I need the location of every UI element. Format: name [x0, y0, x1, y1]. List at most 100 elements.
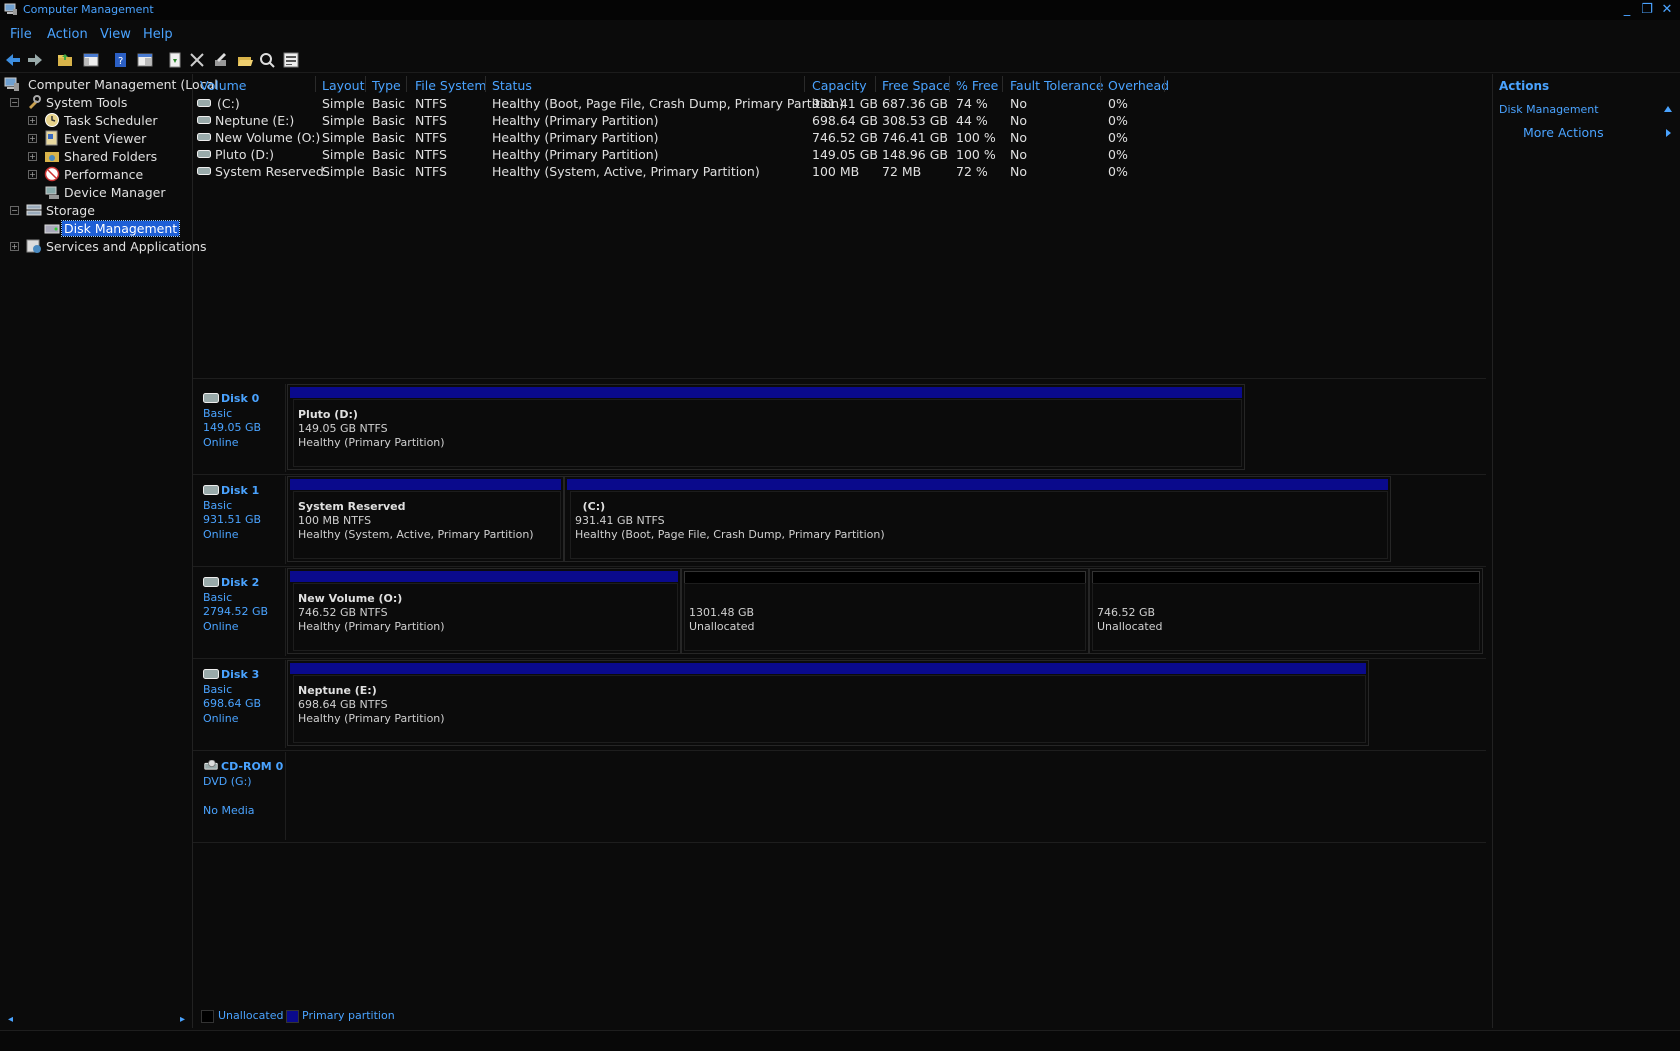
disk-label[interactable]: Disk 0 Basic 149.05 GB Online — [193, 384, 286, 472]
cell-file-system: NTFS — [415, 164, 447, 179]
column-divider[interactable] — [875, 76, 876, 92]
tree-horizontal-scrollbar[interactable]: ◂ ▸ — [4, 1014, 192, 1028]
column-percent-free[interactable]: % Free — [956, 78, 998, 93]
menu-action[interactable]: Action — [47, 27, 88, 42]
volume-row[interactable]: Pluto (D:) Simple Basic NTFS Healthy (Pr… — [193, 146, 1486, 163]
disk-label[interactable]: Disk 3 Basic 698.64 GB Online — [193, 660, 286, 748]
partition-neptune[interactable]: Neptune (E:) 698.64 GB NTFS Healthy (Pri… — [287, 660, 1369, 746]
cdrom-label[interactable]: CD-ROM 0 DVD (G:) No Media — [193, 752, 286, 840]
cell-status: Healthy (System, Active, Primary Partiti… — [492, 164, 760, 179]
column-layout[interactable]: Layout — [322, 78, 365, 93]
tree-label: Device Manager — [64, 185, 166, 200]
delete-icon[interactable] — [188, 51, 206, 69]
column-divider[interactable] — [804, 76, 805, 92]
unallocated-space-1[interactable]: 1301.48 GB Unallocated — [681, 568, 1089, 654]
scroll-left-icon[interactable]: ◂ — [8, 1014, 13, 1025]
column-divider[interactable] — [1002, 76, 1003, 92]
expand-toggle[interactable]: + — [28, 170, 37, 179]
partition-pluto[interactable]: Pluto (D:) 149.05 GB NTFS Healthy (Prima… — [287, 384, 1245, 470]
column-divider[interactable] — [1164, 76, 1165, 92]
column-volume[interactable]: Volume — [200, 78, 247, 93]
close-button[interactable]: ✕ — [1658, 1, 1676, 19]
disk-icon — [203, 577, 219, 587]
column-divider[interactable] — [365, 76, 366, 92]
cell-fault-tolerance: No — [1010, 130, 1027, 145]
cdrom-status: No Media — [203, 804, 255, 817]
more-actions-link[interactable]: More Actions — [1523, 125, 1604, 140]
cdrom-drive: DVD (G:) — [203, 775, 252, 788]
column-capacity[interactable]: Capacity — [812, 78, 867, 93]
volume-row[interactable]: New Volume (O:) Simple Basic NTFS Health… — [193, 129, 1486, 146]
open-folder-icon[interactable] — [236, 51, 254, 69]
column-status[interactable]: Status — [492, 78, 532, 93]
unallocated-space-2[interactable]: 746.52 GB Unallocated — [1089, 568, 1483, 654]
actions-section-disk-management[interactable]: Disk Management — [1499, 103, 1599, 116]
disk-type: Basic — [203, 407, 233, 420]
partition-size: 149.05 GB NTFS — [298, 422, 388, 435]
minimize-button[interactable]: _ — [1618, 1, 1636, 19]
properties-icon[interactable] — [136, 51, 154, 69]
column-fault-tolerance[interactable]: Fault Tolerance — [1010, 78, 1104, 93]
menu-view[interactable]: View — [100, 27, 131, 42]
collapse-up-icon[interactable] — [1663, 105, 1673, 113]
disk-label[interactable]: Disk 1 Basic 931.51 GB Online — [193, 476, 286, 564]
column-divider[interactable] — [949, 76, 950, 92]
collapse-toggle[interactable]: − — [10, 98, 19, 107]
expand-toggle[interactable]: + — [28, 116, 37, 125]
cdrom-icon — [204, 760, 218, 770]
column-divider[interactable] — [315, 76, 316, 92]
column-file-system[interactable]: File System — [415, 78, 487, 93]
column-divider[interactable] — [406, 76, 407, 92]
partition-system-reserved[interactable]: System Reserved 100 MB NTFS Healthy (Sys… — [287, 476, 564, 562]
cell-volume: System Reserved — [215, 164, 324, 179]
expand-toggle[interactable]: + — [10, 242, 19, 251]
cell-fault-tolerance: No — [1010, 164, 1027, 179]
column-divider[interactable] — [485, 76, 486, 92]
disk-label[interactable]: Disk 2 Basic 2794.52 GB Online — [193, 568, 286, 656]
tree-item-computer-management[interactable]: Computer Management (Local — [4, 76, 218, 93]
tools-icon — [29, 95, 41, 109]
up-folder-icon[interactable] — [56, 51, 74, 69]
volume-row[interactable]: System Reserved Simple Basic NTFS Health… — [193, 163, 1486, 180]
settings-icon[interactable] — [282, 51, 300, 69]
computer-icon — [4, 77, 19, 91]
cell-type: Basic — [372, 147, 406, 162]
forward-arrow-icon[interactable] — [26, 51, 44, 69]
collapse-toggle[interactable]: − — [10, 206, 19, 215]
partition-size: 746.52 GB NTFS — [298, 606, 388, 619]
column-overhead[interactable]: Overhead — [1108, 78, 1169, 93]
volume-row[interactable]: (C:) Simple Basic NTFS Healthy (Boot, Pa… — [193, 95, 1486, 112]
drive-icon — [197, 99, 211, 107]
event-log-icon — [45, 130, 58, 146]
partition-body: Pluto (D:) 149.05 GB NTFS Healthy (Prima… — [293, 399, 1242, 467]
search-icon[interactable] — [258, 51, 276, 69]
restore-button[interactable]: ❐ — [1638, 1, 1656, 19]
cell-overhead: 0% — [1108, 164, 1128, 179]
column-type[interactable]: Type — [372, 78, 401, 93]
volume-row[interactable]: Neptune (E:) Simple Basic NTFS Healthy (… — [193, 112, 1486, 129]
disk-type: Basic — [203, 499, 233, 512]
partition-color-bar — [290, 571, 678, 582]
back-arrow-icon[interactable] — [4, 51, 22, 69]
toolbar: ? — [0, 48, 1680, 73]
expand-toggle[interactable]: + — [28, 134, 37, 143]
partition-body: (C:) 931.41 GB NTFS Healthy (Boot, Page … — [570, 491, 1388, 559]
refresh-icon[interactable] — [166, 51, 184, 69]
storage-icon — [26, 204, 42, 216]
window-title: Computer Management — [23, 3, 154, 16]
cell-percent-free: 100 % — [956, 147, 996, 162]
help-icon[interactable]: ? — [112, 51, 130, 69]
menu-file[interactable]: File — [10, 27, 32, 42]
partition-c[interactable]: (C:) 931.41 GB NTFS Healthy (Boot, Page … — [564, 476, 1391, 562]
pane-splitter[interactable] — [193, 378, 1486, 382]
show-hide-console-tree-icon[interactable] — [82, 51, 100, 69]
cell-layout: Simple — [322, 96, 365, 111]
column-divider[interactable] — [1100, 76, 1101, 92]
partition-body: System Reserved 100 MB NTFS Healthy (Sys… — [293, 491, 561, 559]
edit-icon[interactable] — [212, 51, 230, 69]
partition-new-volume[interactable]: New Volume (O:) 746.52 GB NTFS Healthy (… — [287, 568, 681, 654]
expand-toggle[interactable]: + — [28, 152, 37, 161]
column-free-space[interactable]: Free Space — [882, 78, 951, 93]
menu-help[interactable]: Help — [143, 27, 173, 42]
scroll-right-icon[interactable]: ▸ — [180, 1014, 185, 1025]
